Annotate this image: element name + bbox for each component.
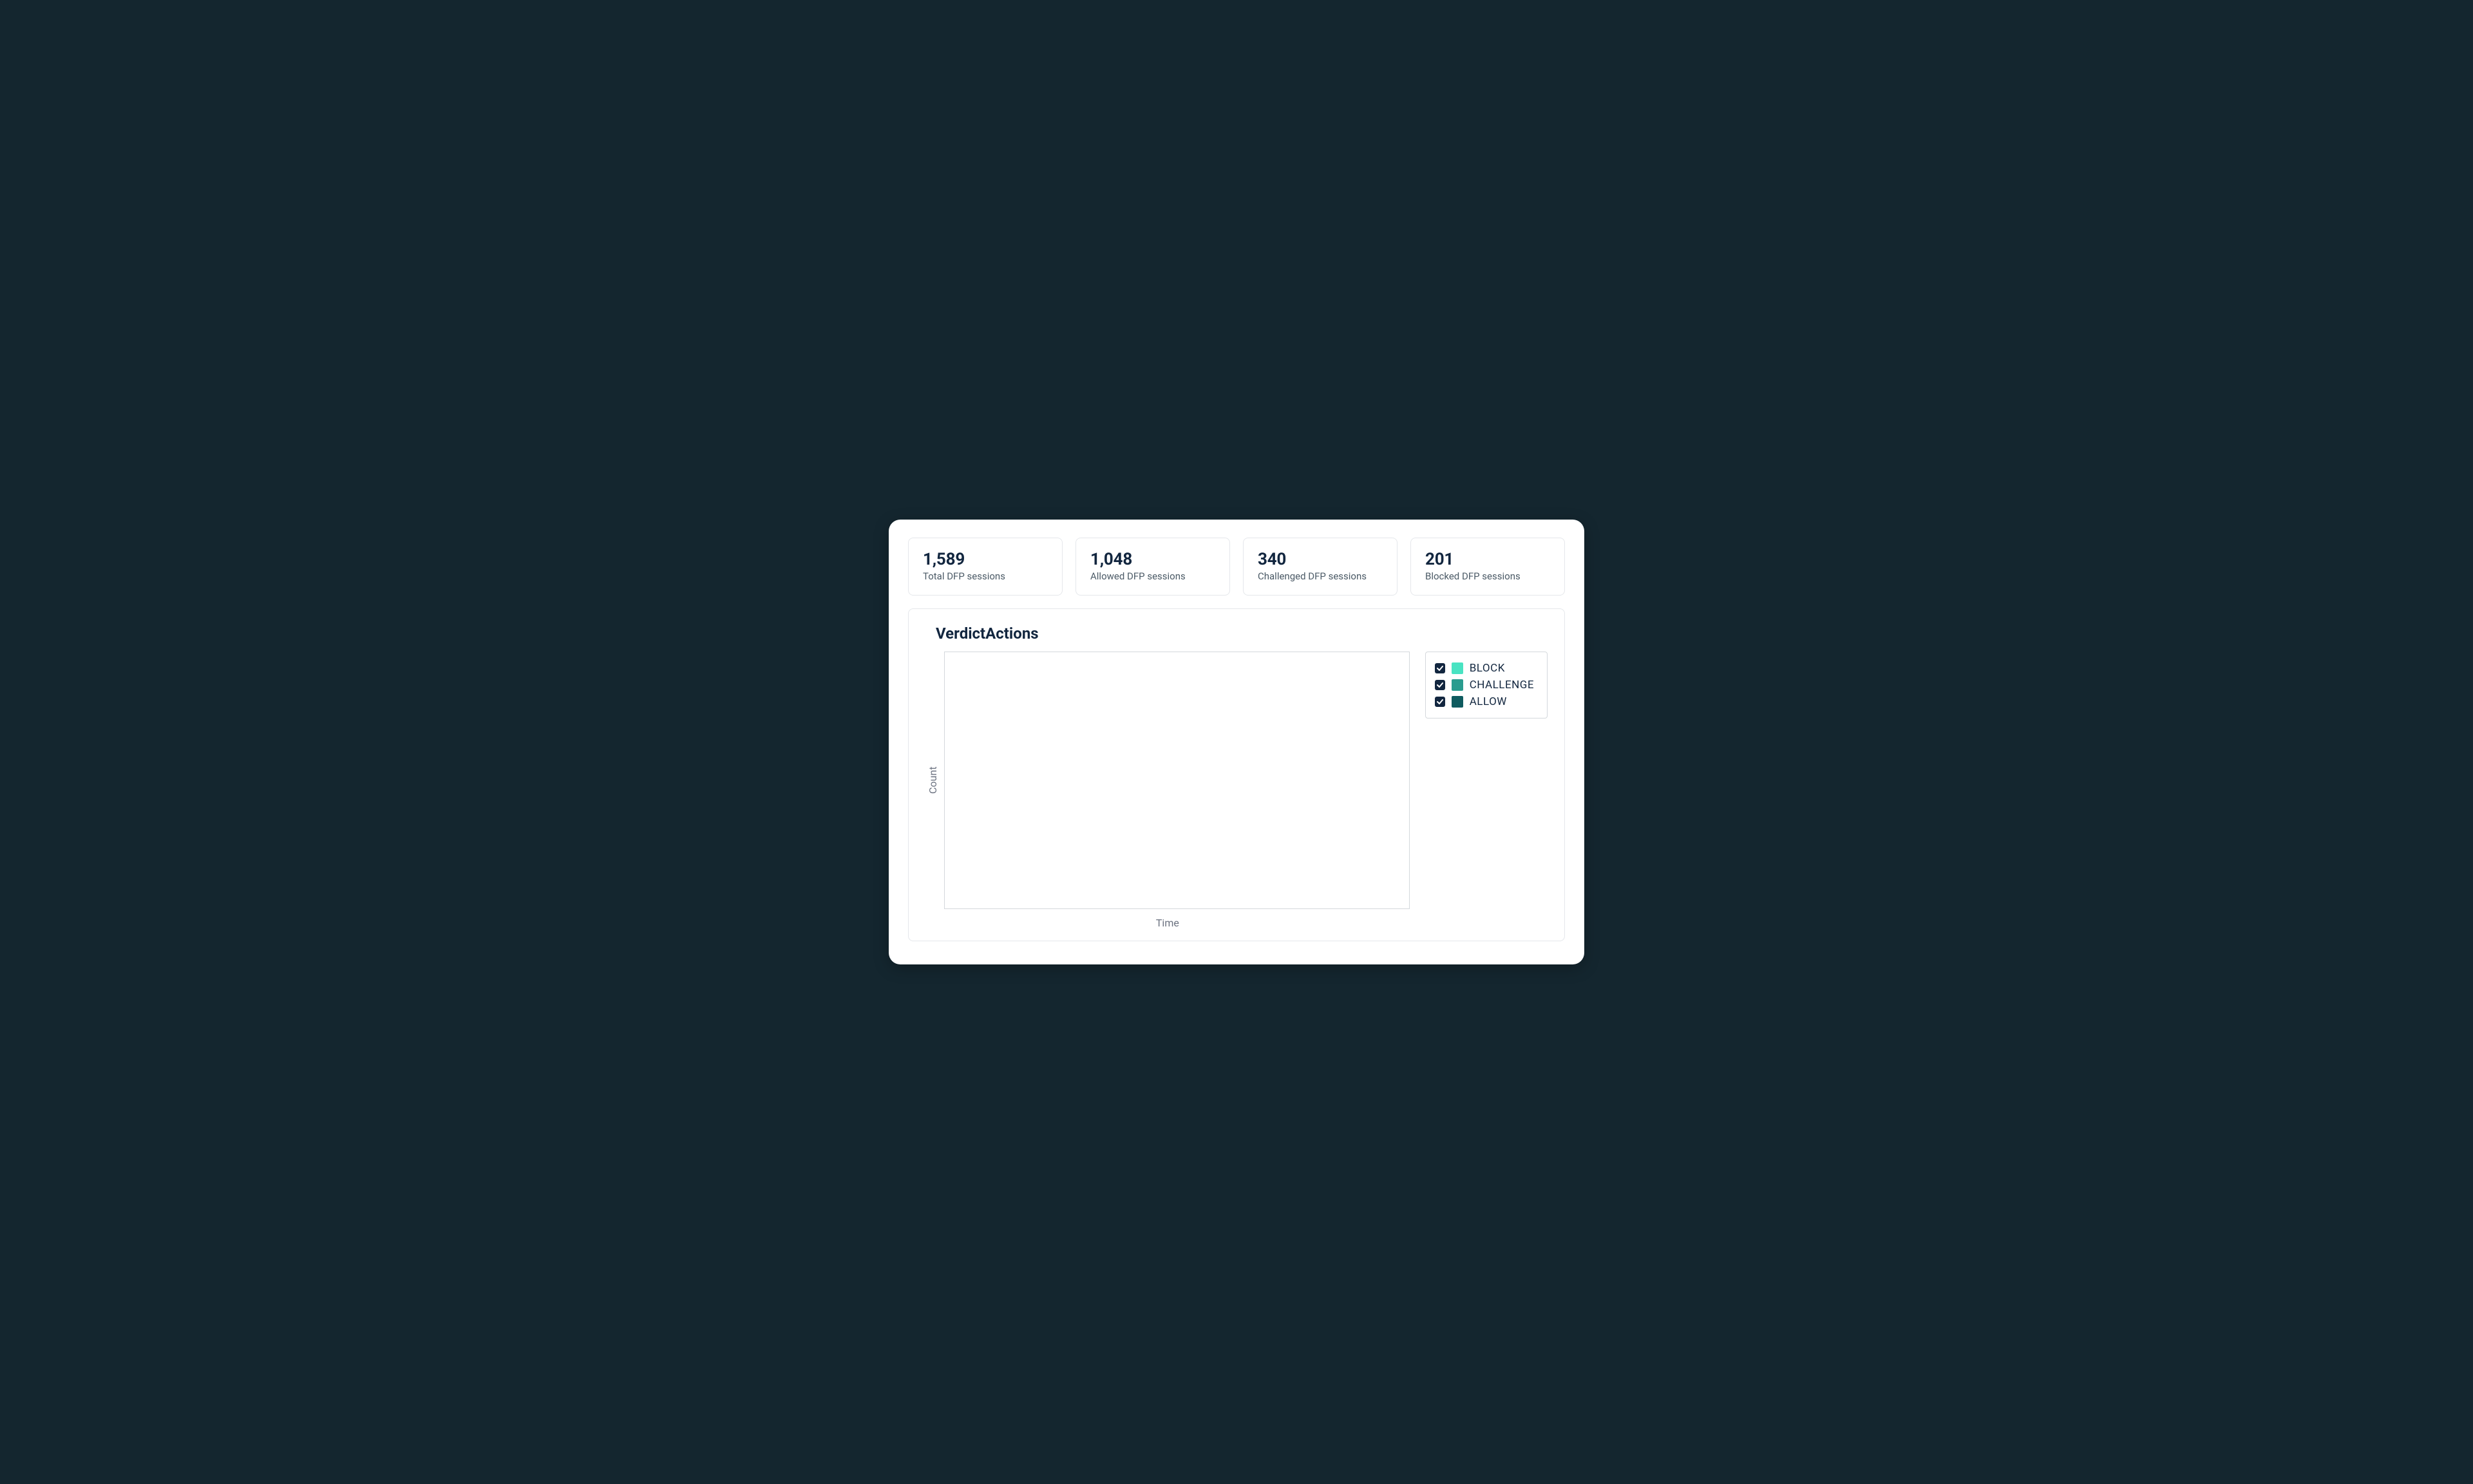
chart-legend: BLOCK CHALLENGE ALLOW [1425, 652, 1548, 719]
stat-total: 1,589 Total DFP sessions [908, 538, 1063, 596]
stat-value: 340 [1258, 550, 1383, 569]
stat-label: Total DFP sessions [923, 570, 1048, 582]
legend-item-allow[interactable]: ALLOW [1435, 693, 1534, 710]
stat-value: 1,589 [923, 550, 1048, 569]
legend-label: CHALLENGE [1470, 679, 1534, 691]
chart-area-wrap: Count Time [925, 652, 1410, 929]
chart-ylabel: Count [925, 652, 940, 909]
checkbox-icon[interactable] [1435, 680, 1445, 690]
chart-title: VerdictActions [936, 625, 1548, 643]
stat-value: 201 [1425, 550, 1550, 569]
legend-swatch [1452, 679, 1463, 691]
checkbox-icon[interactable] [1435, 663, 1445, 673]
legend-swatch [1452, 662, 1463, 674]
chart-xlabel: Time [925, 917, 1410, 929]
stats-row: 1,589 Total DFP sessions 1,048 Allowed D… [908, 538, 1565, 596]
dashboard-card: 1,589 Total DFP sessions 1,048 Allowed D… [889, 520, 1584, 964]
legend-label: BLOCK [1470, 662, 1505, 675]
stat-label: Challenged DFP sessions [1258, 570, 1383, 582]
stat-value: 1,048 [1090, 550, 1215, 569]
chart-body: Count Time BLOCK C [925, 652, 1548, 929]
checkbox-icon[interactable] [1435, 697, 1445, 707]
chart-panel: VerdictActions Count Time BLOCK [908, 608, 1565, 941]
chart-area: Count [925, 652, 1410, 909]
stat-blocked: 201 Blocked DFP sessions [1410, 538, 1565, 596]
stat-label: Allowed DFP sessions [1090, 570, 1215, 582]
legend-item-challenge[interactable]: CHALLENGE [1435, 677, 1534, 693]
legend-label: ALLOW [1470, 695, 1507, 708]
chart-plot [944, 652, 1410, 909]
stat-challenged: 340 Challenged DFP sessions [1243, 538, 1398, 596]
stat-label: Blocked DFP sessions [1425, 570, 1550, 582]
legend-swatch [1452, 696, 1463, 708]
legend-item-block[interactable]: BLOCK [1435, 660, 1534, 677]
stat-allowed: 1,048 Allowed DFP sessions [1075, 538, 1230, 596]
